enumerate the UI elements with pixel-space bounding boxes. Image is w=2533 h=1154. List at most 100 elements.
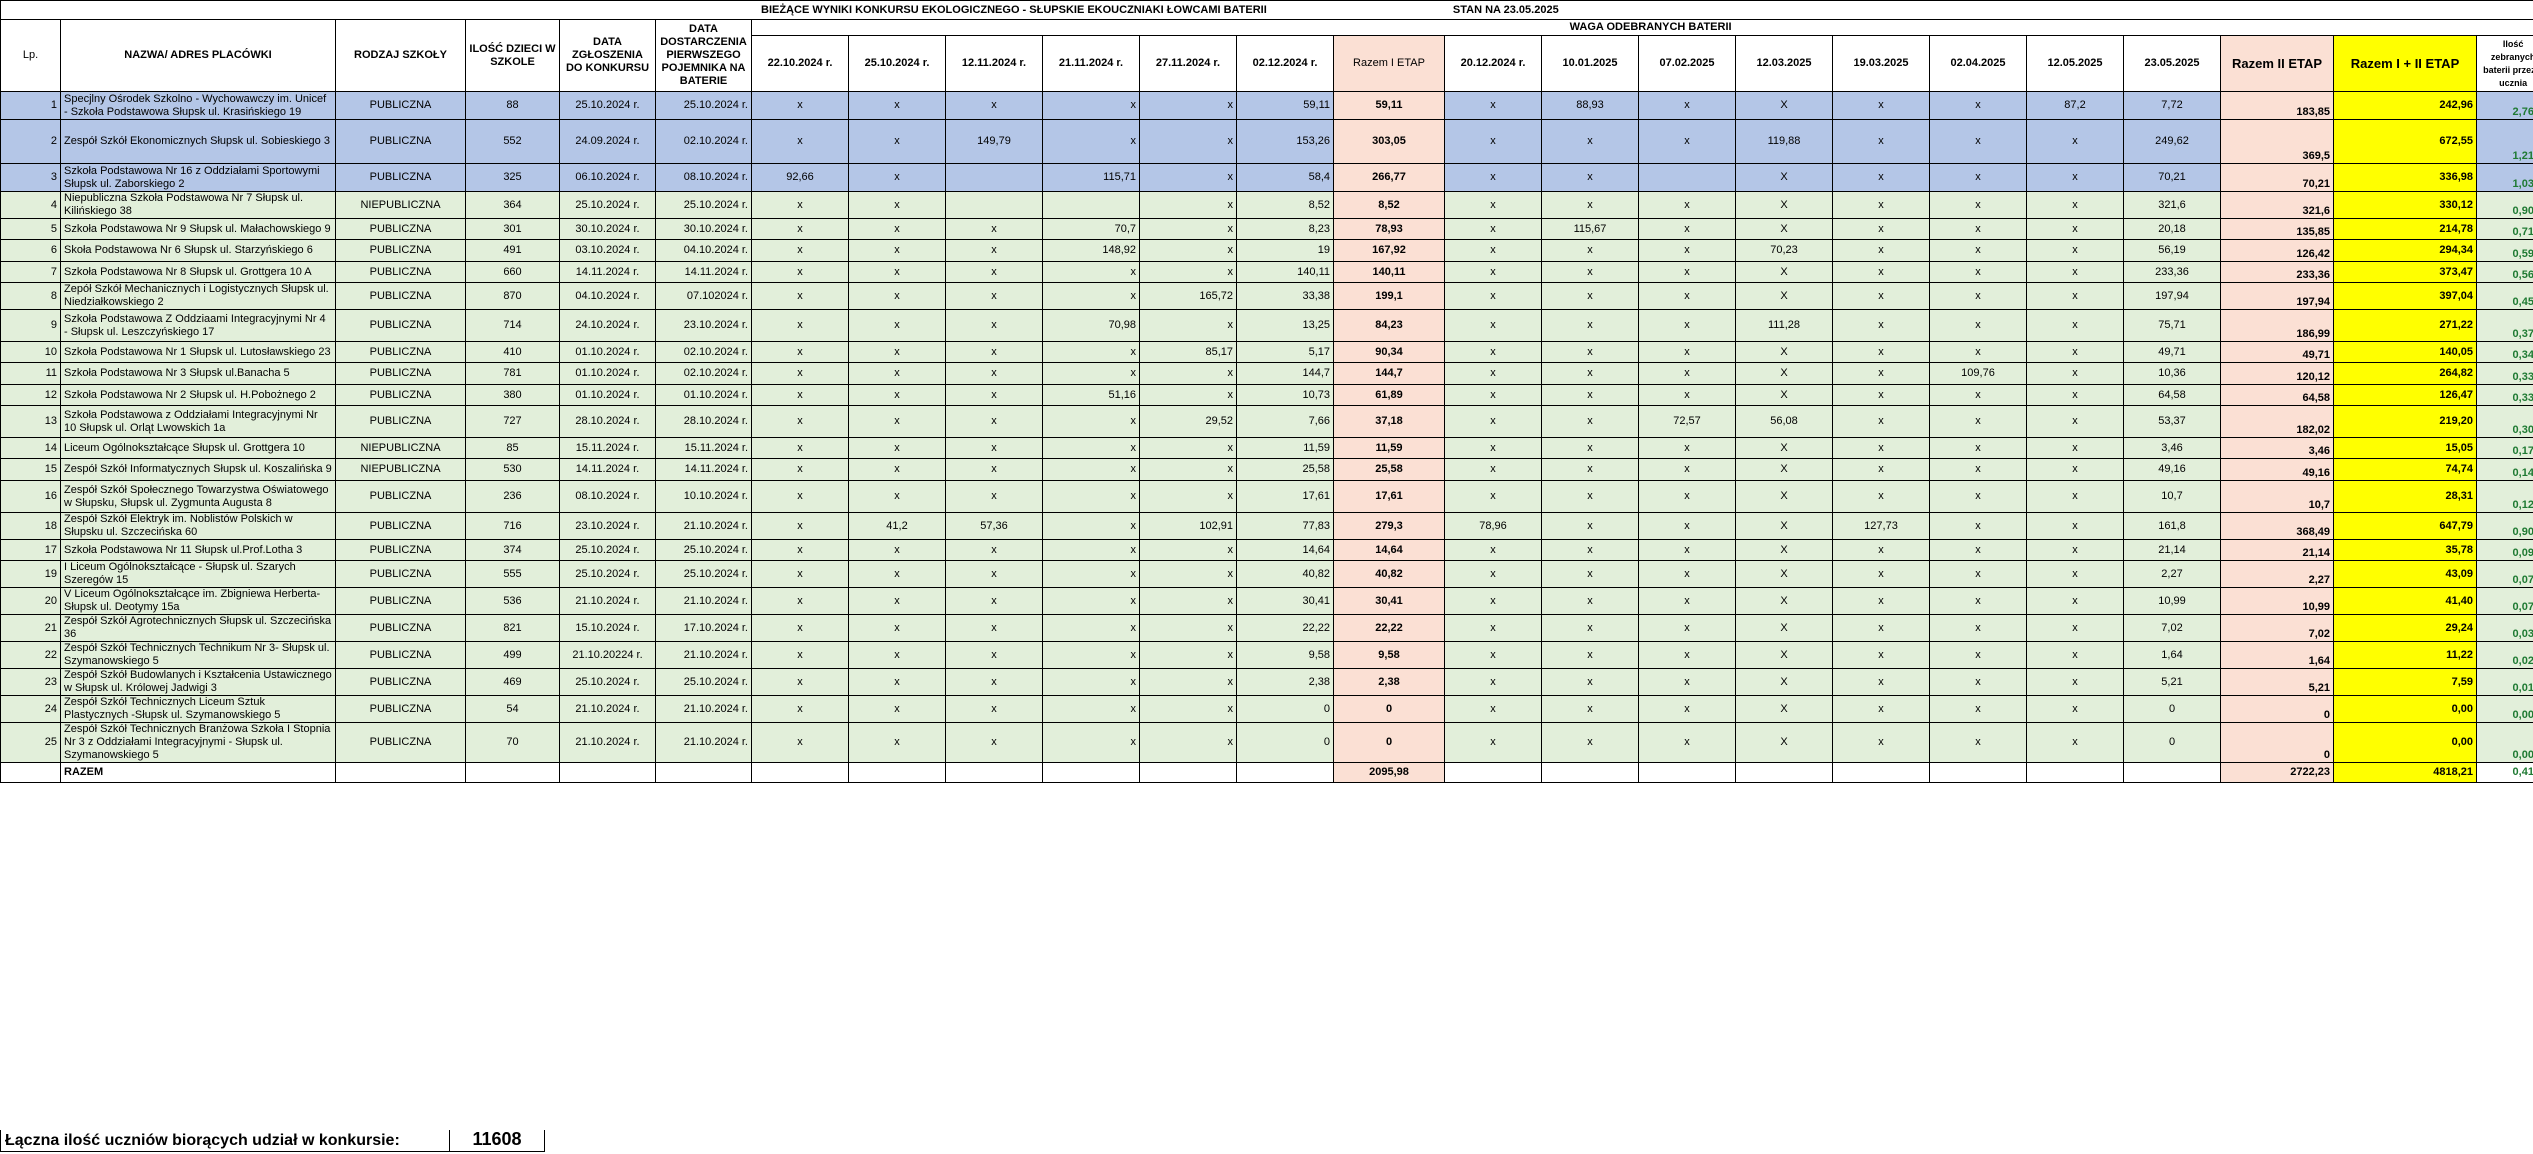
- row-stage2-value: x: [1929, 261, 2027, 283]
- row-stage2-value: X: [1735, 722, 1833, 763]
- row-type: PUBLICZNA: [335, 480, 466, 513]
- totals-empty: [1444, 762, 1542, 783]
- row-stage1-value: 140,11: [1236, 261, 1334, 283]
- row-stage2-value: 53,37: [2123, 405, 2221, 438]
- row-reg-date: 21.10.2024 r.: [559, 695, 656, 723]
- row-ratio: 0,0356: [2475, 614, 2533, 642]
- row-stage1-value: x: [751, 309, 849, 342]
- row-count: 660: [465, 261, 560, 283]
- row-stage2-value: x: [1929, 341, 2027, 363]
- row-type: PUBLICZNA: [335, 163, 466, 192]
- row-stage1-value: 165,72: [1139, 282, 1237, 310]
- row-stage2-value: 49,16: [2123, 458, 2221, 481]
- row-stage1-value: x: [848, 91, 946, 120]
- row-stage1-value: x: [848, 480, 946, 513]
- row-stage1-value: 102,91: [1139, 512, 1237, 540]
- row-lp: 22: [0, 641, 61, 669]
- row-stage1-value: x: [945, 614, 1043, 642]
- row-lp: 20: [0, 587, 61, 615]
- row-stage1-value: 0: [1236, 722, 1334, 763]
- row-razem12: 214,78: [2333, 218, 2477, 240]
- row-type: PUBLICZNA: [335, 405, 466, 438]
- row-reg-date: 14.11.2024 r.: [559, 261, 656, 283]
- row-stage1-value: 57,36: [945, 512, 1043, 540]
- row-razem1: 59,11: [1333, 91, 1445, 120]
- row-stage2-value: x: [1929, 695, 2027, 723]
- row-reg-date: 28.10.2024 r.: [559, 405, 656, 438]
- row-stage1-value: 51,16: [1042, 384, 1140, 406]
- row-lp: 13: [0, 405, 61, 438]
- row-stage2-value: x: [1638, 218, 1736, 240]
- row-stage1-value: 19: [1236, 239, 1334, 262]
- row-stage1-value: x: [945, 309, 1043, 342]
- row-stage1-value: x: [945, 695, 1043, 723]
- row-stage2-value: X: [1735, 695, 1833, 723]
- table-row: 12 Szkoła Podstawowa Nr 2 Słupsk ul. H.Po…: [0, 384, 2533, 406]
- row-stage1-value: x: [1139, 119, 1237, 164]
- row-count: 54: [465, 695, 560, 723]
- col-lp: Lp.: [0, 19, 61, 92]
- row-stage2-value: x: [1444, 119, 1542, 164]
- row-stage2-value: x: [1541, 341, 1639, 363]
- row-stage1-value: 149,79: [945, 119, 1043, 164]
- row-razem2: 0: [2220, 722, 2334, 763]
- row-stage2-value: x: [1929, 641, 2027, 669]
- row-ratio: 0,0000: [2475, 722, 2533, 763]
- row-stage2-value: x: [1929, 512, 2027, 540]
- row-razem1: 90,34: [1333, 341, 1445, 363]
- row-razem1: 17,61: [1333, 480, 1445, 513]
- row-stage1-value: 10,73: [1236, 384, 1334, 406]
- row-stage1-value: x: [1042, 91, 1140, 120]
- row-stage2-value: X: [1735, 560, 1833, 588]
- row-stage2-value: x: [1638, 119, 1736, 164]
- row-name: Szkoła Podstawowa Nr 2 Słupsk ul. H.Pobo…: [60, 384, 336, 406]
- row-razem12: 126,47: [2333, 384, 2477, 406]
- row-name: Zepół Szkół Mechanicznych i Logistycznyc…: [60, 282, 336, 310]
- row-razem2: 10,99: [2220, 587, 2334, 615]
- row-deliv-date: 25.10.2024 r.: [655, 191, 752, 219]
- row-stage1-value: 9,58: [1236, 641, 1334, 669]
- date1-3: 21.11.2024 r.: [1042, 35, 1140, 92]
- row-stage1-value: x: [1042, 587, 1140, 615]
- row-stage2-value: X: [1735, 218, 1833, 240]
- row-razem12: 0,00: [2333, 722, 2477, 763]
- table-row: 4 Niepubliczna Szkoła Podstawowa Nr 7 Słu…: [0, 191, 2533, 219]
- row-reg-date: 01.10.2024 r.: [559, 341, 656, 363]
- row-stage2-value: x: [2026, 119, 2124, 164]
- row-stage2-value: x: [1541, 722, 1639, 763]
- row-stage2-value: x: [1444, 587, 1542, 615]
- date2-6: 12.05.2025: [2026, 35, 2124, 92]
- row-stage1-value: x: [945, 458, 1043, 481]
- row-stage1-value: x: [848, 539, 946, 561]
- date2-4: 19.03.2025: [1832, 35, 1930, 92]
- row-name: Zespół Szkół Technicznych Branżowa Szkoł…: [60, 722, 336, 763]
- row-stage2-value: 75,71: [2123, 309, 2221, 342]
- row-stage2-value: X: [1735, 91, 1833, 120]
- row-deliv-date: 21.10.2024 r.: [655, 512, 752, 540]
- row-stage1-value: x: [1139, 91, 1237, 120]
- row-count: 870: [465, 282, 560, 310]
- row-stage1-value: x: [751, 560, 849, 588]
- row-ratio: 0,4564: [2475, 282, 2533, 310]
- row-stage2-value: 0: [2123, 722, 2221, 763]
- table-row: 23 Zespół Szkół Budowlanych i Kształcenia…: [0, 668, 2533, 696]
- row-stage2-value: x: [2026, 512, 2124, 540]
- row-stage2-value: 64,58: [2123, 384, 2221, 406]
- row-stage2-value: x: [2026, 341, 2124, 363]
- row-stage1-value: x: [751, 539, 849, 561]
- row-stage2-value: x: [1638, 282, 1736, 310]
- row-type: PUBLICZNA: [335, 282, 466, 310]
- row-stage2-value: x: [1638, 91, 1736, 120]
- row-stage1-value: x: [1139, 539, 1237, 561]
- row-stage1-value: x: [751, 239, 849, 262]
- totals-empty: [848, 762, 946, 783]
- row-stage2-value: x: [1638, 458, 1736, 481]
- row-stage1-value: 2,38: [1236, 668, 1334, 696]
- row-stage1-value: x: [1139, 722, 1237, 763]
- row-stage2-value: X: [1735, 191, 1833, 219]
- totals-empty: [2123, 762, 2221, 783]
- row-reg-date: 01.10.2024 r.: [559, 362, 656, 385]
- totals-empty: [751, 762, 849, 783]
- row-stage2-value: 5,21: [2123, 668, 2221, 696]
- row-deliv-date: 10.10.2024 r.: [655, 480, 752, 513]
